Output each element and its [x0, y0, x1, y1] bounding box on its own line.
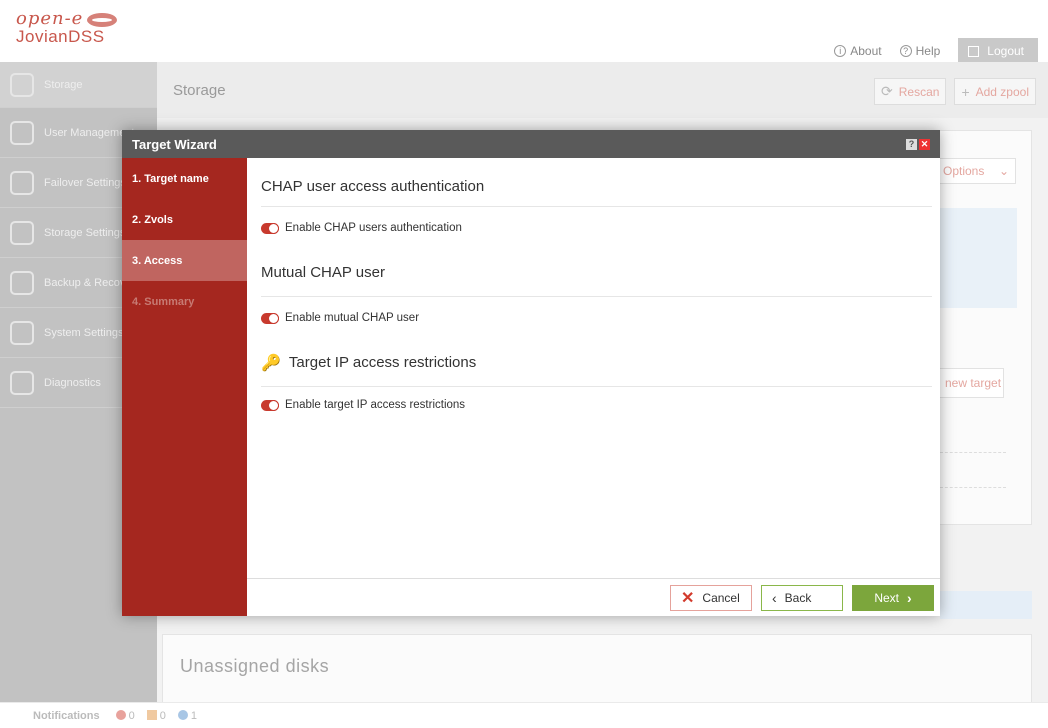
backup-icon [10, 270, 34, 295]
mutual-chap-toggle[interactable] [261, 312, 279, 324]
system-settings-icon [10, 320, 34, 345]
storage-icon [10, 72, 34, 97]
unassigned-disks-title: Unassigned disks [180, 656, 330, 676]
question-icon: ? [899, 45, 912, 57]
info-bar [940, 591, 1032, 619]
info-icon [177, 709, 188, 720]
add-zpool-button[interactable]: + Add zpool [954, 78, 1036, 105]
error-count: 0 [115, 709, 135, 722]
help-link[interactable]: ? Help [899, 44, 940, 58]
mutual-chap-section-title: Mutual CHAP user [261, 249, 932, 297]
add-new-target-button[interactable]: new target [936, 368, 1004, 398]
next-button[interactable]: Next › [852, 584, 934, 611]
chap-toggle-row[interactable]: Enable CHAP users authentication [261, 207, 932, 249]
about-link[interactable]: i About [834, 44, 882, 58]
logout-icon [968, 45, 980, 57]
divider [940, 452, 1006, 453]
notifications-bar[interactable]: Notifications 0 0 1 [0, 702, 1048, 728]
dialog-footer: ✕ Cancel ‹ Back Next › [247, 578, 940, 616]
storage-settings-icon [10, 220, 34, 245]
page-title: Storage [173, 82, 226, 99]
step-summary: 4. Summary [132, 295, 195, 308]
ip-restrictions-toggle[interactable] [261, 399, 279, 411]
close-icon[interactable]: ✕ [919, 138, 930, 150]
back-button[interactable]: ‹ Back [761, 584, 843, 611]
sidebar-item-storage[interactable]: Storage [0, 62, 157, 108]
step-access[interactable]: 3. Access [122, 240, 247, 281]
chap-section-title: CHAP user access authentication [261, 158, 932, 207]
top-bar: open-e JovianDSS i About ? Help Logout [0, 0, 1048, 64]
ip-restrictions-section-title: 🔑 Target IP access restrictions [261, 339, 932, 387]
logout-button[interactable]: Logout [958, 38, 1038, 64]
options-dropdown[interactable]: Options ⌄ [936, 158, 1016, 184]
chevron-right-icon: › [907, 589, 912, 606]
mutual-chap-toggle-row[interactable]: Enable mutual CHAP user [261, 297, 932, 339]
warning-count: 0 [146, 709, 166, 722]
help-icon[interactable]: ? [906, 138, 917, 150]
step-target-name[interactable]: 1. Target name [122, 158, 247, 199]
diagnostics-icon [10, 370, 34, 395]
rescan-button[interactable]: ⟳ Rescan [874, 78, 947, 105]
error-icon [115, 709, 126, 720]
chevron-down-icon: ⌄ [998, 164, 1009, 178]
info-icon: i [834, 45, 847, 57]
refresh-icon: ⟳ [881, 83, 893, 99]
chap-toggle[interactable] [261, 222, 279, 234]
logo-ring-icon [87, 12, 118, 27]
plus-icon: + [961, 83, 970, 100]
content-header: Storage ⟳ Rescan + Add zpool [157, 62, 1048, 118]
dialog-header: Target Wizard ? ✕ [122, 130, 940, 158]
cancel-button[interactable]: ✕ Cancel [670, 584, 752, 611]
ip-restrictions-toggle-row[interactable]: Enable target IP access restrictions [261, 387, 932, 423]
logo: open-e JovianDSS [16, 8, 118, 47]
key-icon: 🔑 [261, 354, 281, 372]
chevron-left-icon: ‹ [772, 589, 777, 606]
info-count: 1 [177, 709, 197, 722]
target-wizard-dialog: Target Wizard ? ✕ 1. Target name 2. Zvol… [122, 130, 940, 616]
dialog-title: Target Wizard [132, 136, 217, 152]
warning-icon [146, 709, 157, 720]
wizard-steps: 1. Target name 2. Zvols 3. Access 4. Sum… [122, 158, 247, 616]
users-icon [10, 120, 34, 145]
divider [940, 487, 1006, 488]
info-box [940, 208, 1017, 308]
step-zvols[interactable]: 2. Zvols [122, 199, 247, 240]
failover-icon [10, 170, 34, 195]
dialog-body: CHAP user access authentication Enable C… [247, 158, 940, 578]
cancel-x-icon: ✕ [681, 589, 695, 607]
